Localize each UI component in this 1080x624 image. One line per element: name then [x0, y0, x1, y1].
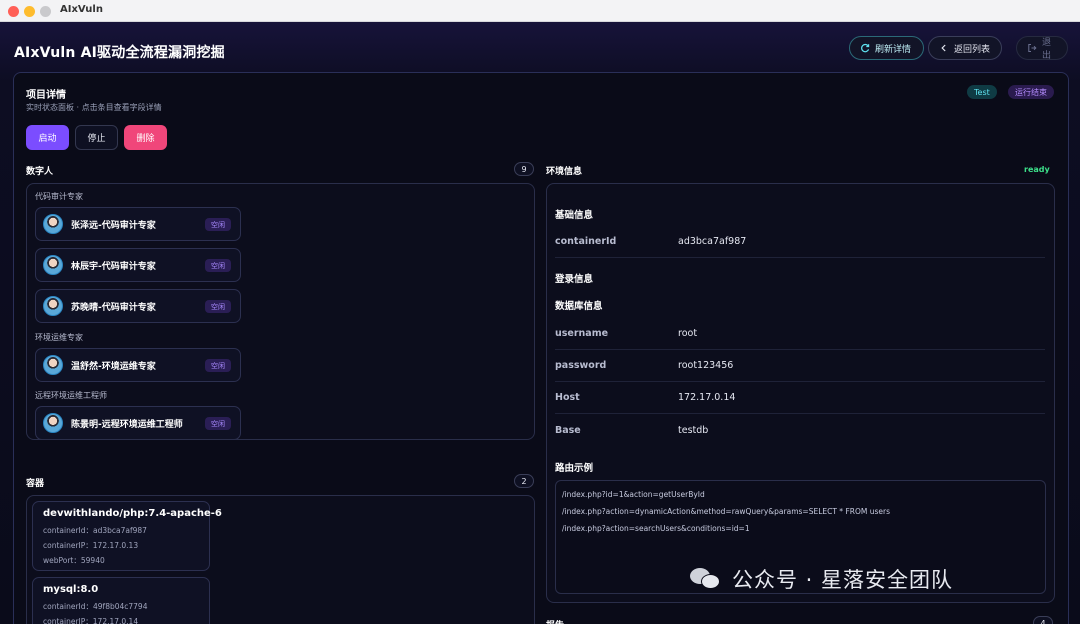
run-status-badge: 运行结束 [1008, 85, 1054, 99]
avatar [43, 296, 63, 316]
report-count: 4 [1033, 616, 1053, 624]
avatar [43, 355, 63, 375]
chevron-left-icon [939, 43, 949, 53]
route-line: /index.php?action=searchUsers&conditions… [562, 524, 750, 533]
page-title: AIxVuln AI驱动全流程漏洞挖掘 [14, 45, 225, 61]
delete-button[interactable]: 删除 [124, 125, 167, 150]
close-window-button[interactable] [8, 6, 19, 17]
list-item[interactable]: mysql:8.0 containerId：49f8b04c7794 conta… [32, 577, 210, 624]
avatar [43, 413, 63, 433]
basic-info-heading: 基础信息 [555, 210, 594, 221]
stop-button[interactable]: 停止 [75, 125, 118, 150]
group-label: 代码审计专家 [35, 192, 83, 201]
env-value: root [678, 328, 698, 339]
env-row[interactable]: Base testdb [555, 414, 1045, 446]
container-name: devwithlando/php:7.4-apache-6 [43, 508, 222, 519]
project-detail-subtitle: 实时状态面板 · 点击条目查看字段详情 [26, 103, 162, 112]
zoom-window-button[interactable] [40, 6, 51, 17]
container-field: containerIP：172.17.0.14 [43, 617, 139, 624]
env-row[interactable]: username root [555, 318, 1045, 350]
env-value: ad3bca7af987 [678, 236, 747, 247]
start-button[interactable]: 启动 [26, 125, 69, 150]
logout-icon [1027, 43, 1037, 53]
status-badge: 空闲 [205, 359, 231, 372]
containers-count: 2 [514, 474, 534, 488]
person-name: 林辰宇-代码审计专家 [71, 261, 156, 272]
container-field: webPort：59940 [43, 556, 105, 565]
person-name: 陈景明-远程环境运维工程师 [71, 419, 183, 430]
app-window: AIxVuln AIxVuln AI驱动全流程漏洞挖掘 刷新详情 返回列表 退出… [0, 0, 1080, 624]
test-tag: Test [967, 85, 997, 99]
wechat-icon [690, 566, 722, 592]
containers-label: 容器 [26, 479, 45, 489]
group-label: 环境运维专家 [35, 333, 83, 342]
status-badge: 空闲 [205, 300, 231, 313]
container-name: mysql:8.0 [43, 584, 99, 595]
env-status: ready [1024, 165, 1050, 174]
list-item[interactable]: 温舒然-环境运维专家 空闲 [35, 348, 241, 382]
window-title: AIxVuln [60, 4, 103, 15]
status-badge: 空闲 [205, 417, 231, 430]
env-row[interactable]: Host 172.17.0.14 [555, 382, 1045, 414]
env-key: username [555, 328, 609, 339]
container-field: containerIP：172.17.0.13 [43, 541, 139, 550]
back-to-list-button[interactable]: 返回列表 [928, 36, 1002, 60]
person-name: 温舒然-环境运维专家 [71, 361, 156, 372]
env-key: Base [555, 424, 581, 436]
avatar [43, 214, 63, 234]
env-info-label: 环境信息 [546, 167, 583, 177]
app-content: AIxVuln AI驱动全流程漏洞挖掘 刷新详情 返回列表 退出 项目详情 实时… [0, 22, 1080, 624]
list-item[interactable]: 陈景明-远程环境运维工程师 空闲 [35, 406, 241, 439]
env-value: testdb [678, 424, 709, 436]
minimize-window-button[interactable] [24, 6, 35, 17]
digital-humans-label: 数字人 [26, 167, 54, 177]
back-to-list-label: 返回列表 [954, 44, 991, 55]
person-name: 苏晚晴-代码审计专家 [71, 302, 156, 313]
env-key: password [555, 360, 607, 371]
env-key: Host [555, 392, 580, 403]
watermark: 公众号 · 星落安全团队 [690, 564, 953, 594]
report-label: 报告 [546, 618, 564, 624]
env-value: root123456 [678, 360, 734, 371]
refresh-details-button[interactable]: 刷新详情 [849, 36, 924, 60]
list-item[interactable]: devwithlando/php:7.4-apache-6 containerI… [32, 501, 222, 571]
list-item[interactable]: 林辰宇-代码审计专家 空闲 [35, 248, 241, 282]
container-field: containerId：ad3bca7af987 [43, 526, 147, 535]
watermark-text: 公众号 · 星落安全团队 [732, 568, 954, 592]
refresh-details-label: 刷新详情 [875, 44, 912, 55]
containers-list[interactable]: devwithlando/php:7.4-apache-6 containerI… [26, 495, 535, 624]
status-badge: 空闲 [205, 218, 231, 231]
env-row[interactable]: password root123456 [555, 350, 1045, 382]
logout-label: 退出 [1042, 38, 1052, 61]
db-info-heading: 数据库信息 [555, 301, 603, 312]
refresh-icon [860, 43, 870, 53]
route-line: /index.php?action=dynamicAction&method=r… [562, 507, 890, 516]
list-item[interactable]: 张泽远-代码审计专家 空闲 [35, 207, 241, 241]
digital-humans-count: 9 [514, 162, 534, 176]
project-detail-panel: 项目详情 实时状态面板 · 点击条目查看字段详情 Test 运行结束 启动 停止… [13, 72, 1069, 624]
env-key: containerId [555, 236, 617, 247]
container-field: containerId：49f8b04c7794 [43, 602, 148, 611]
logout-button[interactable]: 退出 [1016, 36, 1068, 61]
project-detail-title: 项目详情 [26, 90, 66, 101]
list-item[interactable]: 苏晚晴-代码审计专家 空闲 [35, 289, 241, 323]
env-info-panel: 基础信息 containerId ad3bca7af987 登录信息 数据库信息… [546, 183, 1055, 603]
group-label: 远程环境运维工程师 [35, 391, 107, 400]
login-info-heading: 登录信息 [555, 274, 594, 285]
avatar [43, 255, 63, 275]
status-badge: 空闲 [205, 259, 231, 272]
person-name: 张泽远-代码审计专家 [71, 220, 156, 231]
route-line: /index.php?id=1&action=getUserById [562, 490, 705, 499]
env-value: 172.17.0.14 [678, 392, 736, 403]
digital-humans-list[interactable]: 代码审计专家 张泽远-代码审计专家 空闲 林辰宇-代码审计专家 空闲 苏晚晴-代… [26, 183, 535, 440]
route-example-heading: 路由示例 [555, 463, 594, 474]
title-bar: AIxVuln [0, 0, 1080, 22]
env-row[interactable]: containerId ad3bca7af987 [555, 226, 1045, 258]
